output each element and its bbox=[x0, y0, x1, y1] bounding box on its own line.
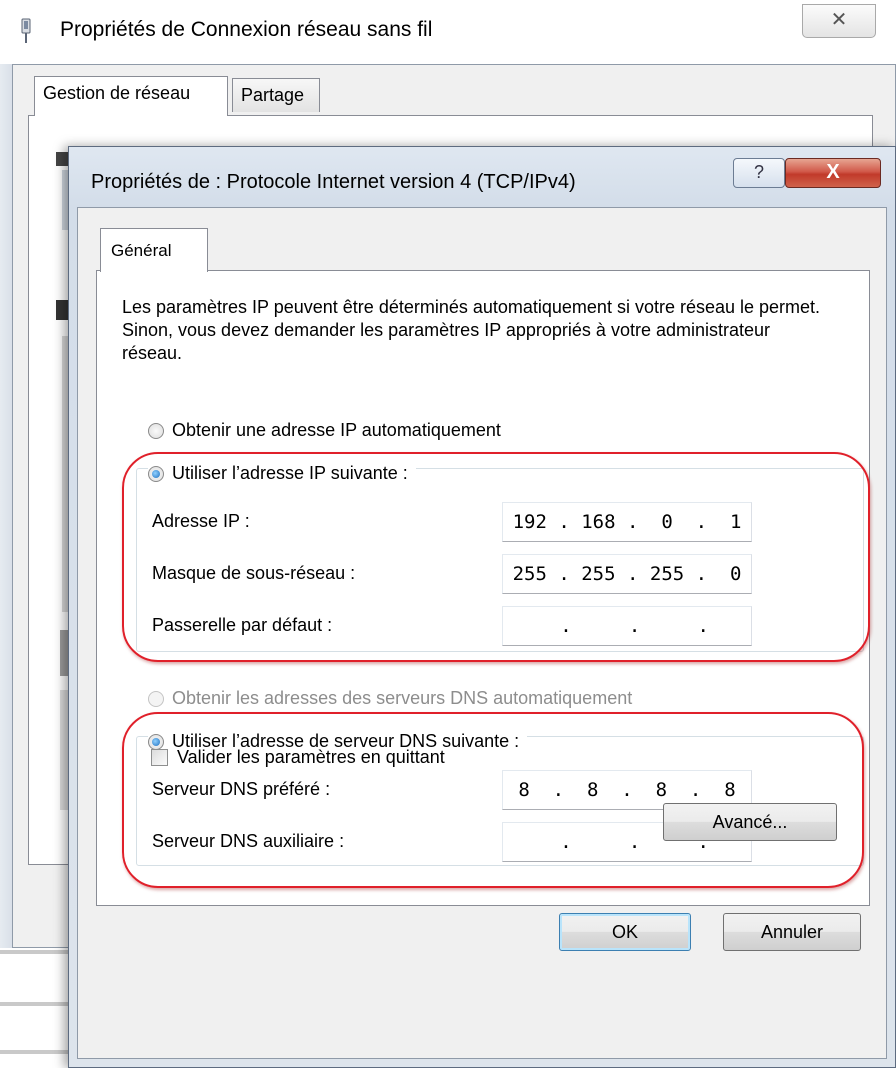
obscured-control bbox=[56, 300, 68, 320]
subnet-mask-field[interactable]: 255 . 255 . 255 . 0 bbox=[502, 554, 752, 594]
ip-address-field[interactable]: 192 . 168 . 0 . 1 bbox=[502, 502, 752, 542]
tab-gestion-de-reseau[interactable]: Gestion de réseau bbox=[34, 76, 228, 116]
ip-manual-radio[interactable] bbox=[148, 465, 164, 482]
validate-option[interactable]: Valider les paramètres en quittant bbox=[151, 747, 445, 768]
subnet-mask-label: Masque de sous-réseau : bbox=[152, 563, 356, 583]
intro-text: Les paramètres IP peuvent être déterminé… bbox=[122, 297, 821, 363]
ip-auto-label: Obtenir une adresse IP automatiquement bbox=[172, 420, 501, 440]
obscured-control bbox=[60, 630, 68, 676]
help-button[interactable]: ? bbox=[733, 158, 785, 188]
outer-close-button[interactable]: ✕ bbox=[802, 4, 876, 38]
dns-auto-option[interactable]: Obtenir les adresses des serveurs DNS au… bbox=[148, 688, 632, 709]
outer-window-title: Propriétés de Connexion réseau sans fil bbox=[60, 18, 433, 41]
advanced-button[interactable]: Avancé... bbox=[663, 803, 837, 841]
alternate-dns-label: Serveur DNS auxiliaire : bbox=[152, 831, 345, 851]
default-gateway-label: Passerelle par défaut : bbox=[152, 615, 333, 635]
default-gateway-field[interactable]: . . . bbox=[502, 606, 752, 646]
ok-button[interactable]: OK bbox=[559, 913, 691, 951]
ip-address-label: Adresse IP : bbox=[152, 511, 250, 531]
ip-manual-option[interactable]: Utiliser l’adresse IP suivante : bbox=[148, 463, 416, 484]
dns-auto-label: Obtenir les adresses des serveurs DNS au… bbox=[172, 688, 633, 708]
preferred-dns-label: Serveur DNS préféré : bbox=[152, 779, 331, 799]
close-button[interactable]: X bbox=[785, 158, 881, 188]
validate-label: Valider les paramètres en quittant bbox=[177, 747, 445, 767]
tab-general[interactable]: Général bbox=[100, 228, 208, 272]
network-adapter-icon bbox=[21, 18, 31, 43]
cancel-button[interactable]: Annuler bbox=[723, 913, 861, 951]
ip-manual-label: Utiliser l’adresse IP suivante : bbox=[172, 463, 408, 483]
ip-auto-radio[interactable] bbox=[148, 422, 164, 439]
validate-checkbox[interactable] bbox=[151, 749, 168, 766]
ip-auto-option[interactable]: Obtenir une adresse IP automatiquement bbox=[148, 420, 501, 441]
obscured-control bbox=[60, 690, 68, 810]
dns-auto-radio[interactable] bbox=[148, 690, 164, 707]
tab-partage[interactable]: Partage bbox=[232, 78, 320, 112]
dialog-title: Propriétés de : Protocole Internet versi… bbox=[91, 171, 576, 193]
tcpip-properties-dialog: Propriétés de : Protocole Internet versi… bbox=[68, 146, 896, 1068]
